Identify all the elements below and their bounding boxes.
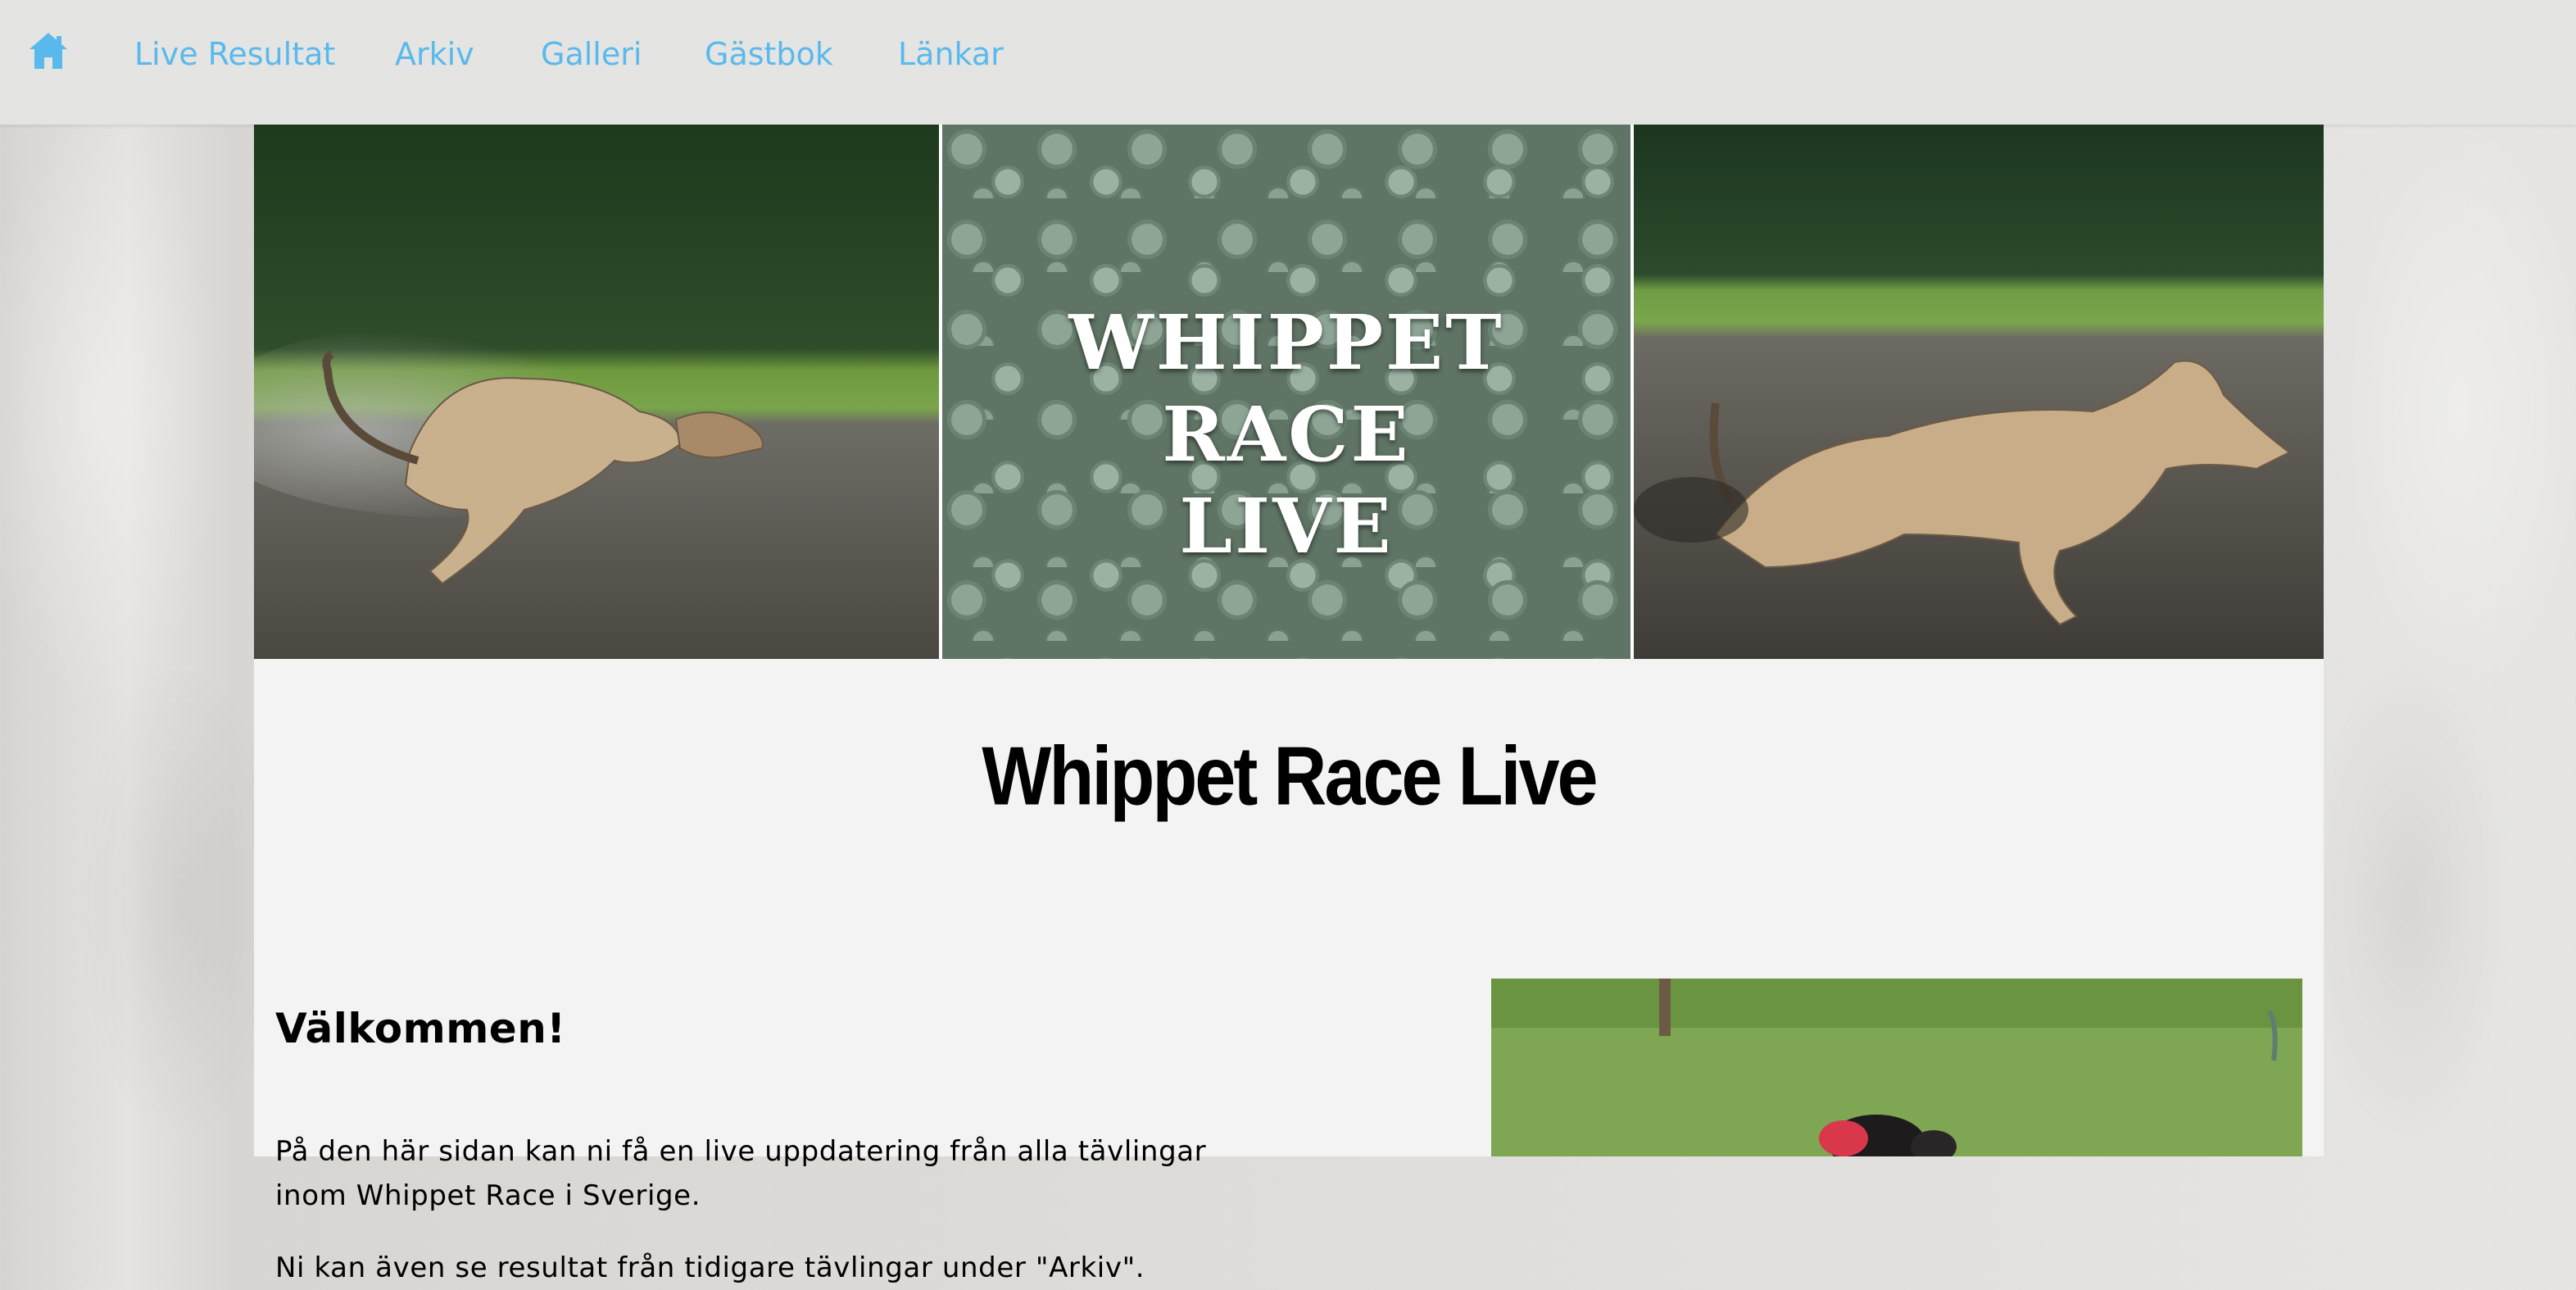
nav-link-gastbok[interactable]: Gästbok bbox=[705, 36, 833, 72]
whippet-photo-image bbox=[1491, 979, 2302, 1156]
logo-line-1: WHIPPET bbox=[1068, 298, 1504, 387]
welcome-heading: Välkommen! bbox=[275, 1005, 566, 1052]
top-navbar: Live Resultat Arkiv Galleri Gästbok Länk… bbox=[0, 0, 2576, 125]
nav-link-galleri[interactable]: Galleri bbox=[541, 36, 642, 72]
nav-link-lankar[interactable]: Länkar bbox=[898, 36, 1004, 72]
archive-paragraph: Ni kan även se resultat från tidigare tä… bbox=[275, 1251, 1145, 1284]
banner-logo-panel: WHIPPET RACE LIVE bbox=[942, 125, 1630, 659]
racing-whippet-image bbox=[1634, 125, 2324, 659]
whippet-photo bbox=[1491, 979, 2302, 1156]
intro-paragraph: På den här sidan kan ni få en live uppda… bbox=[275, 1135, 1207, 1212]
logo-line-3: LIVE bbox=[1179, 482, 1394, 570]
logo-line-2: RACE bbox=[1162, 390, 1411, 479]
page-title: Whippet Race Live bbox=[982, 730, 1598, 823]
main-content: WHIPPET RACE LIVE Whippet Race Live Välk… bbox=[254, 125, 2324, 1284]
banner-photo-right bbox=[1634, 125, 2324, 659]
header-banner: WHIPPET RACE LIVE bbox=[254, 125, 2324, 659]
nav-link-live-resultat[interactable]: Live Resultat bbox=[134, 36, 335, 72]
racing-whippet-image bbox=[254, 125, 939, 659]
banner-photo-left bbox=[254, 125, 939, 659]
nav-link-arkiv[interactable]: Arkiv bbox=[395, 36, 474, 72]
home-icon[interactable] bbox=[28, 31, 69, 70]
banner-logo-text: WHIPPET RACE LIVE bbox=[942, 297, 1630, 572]
